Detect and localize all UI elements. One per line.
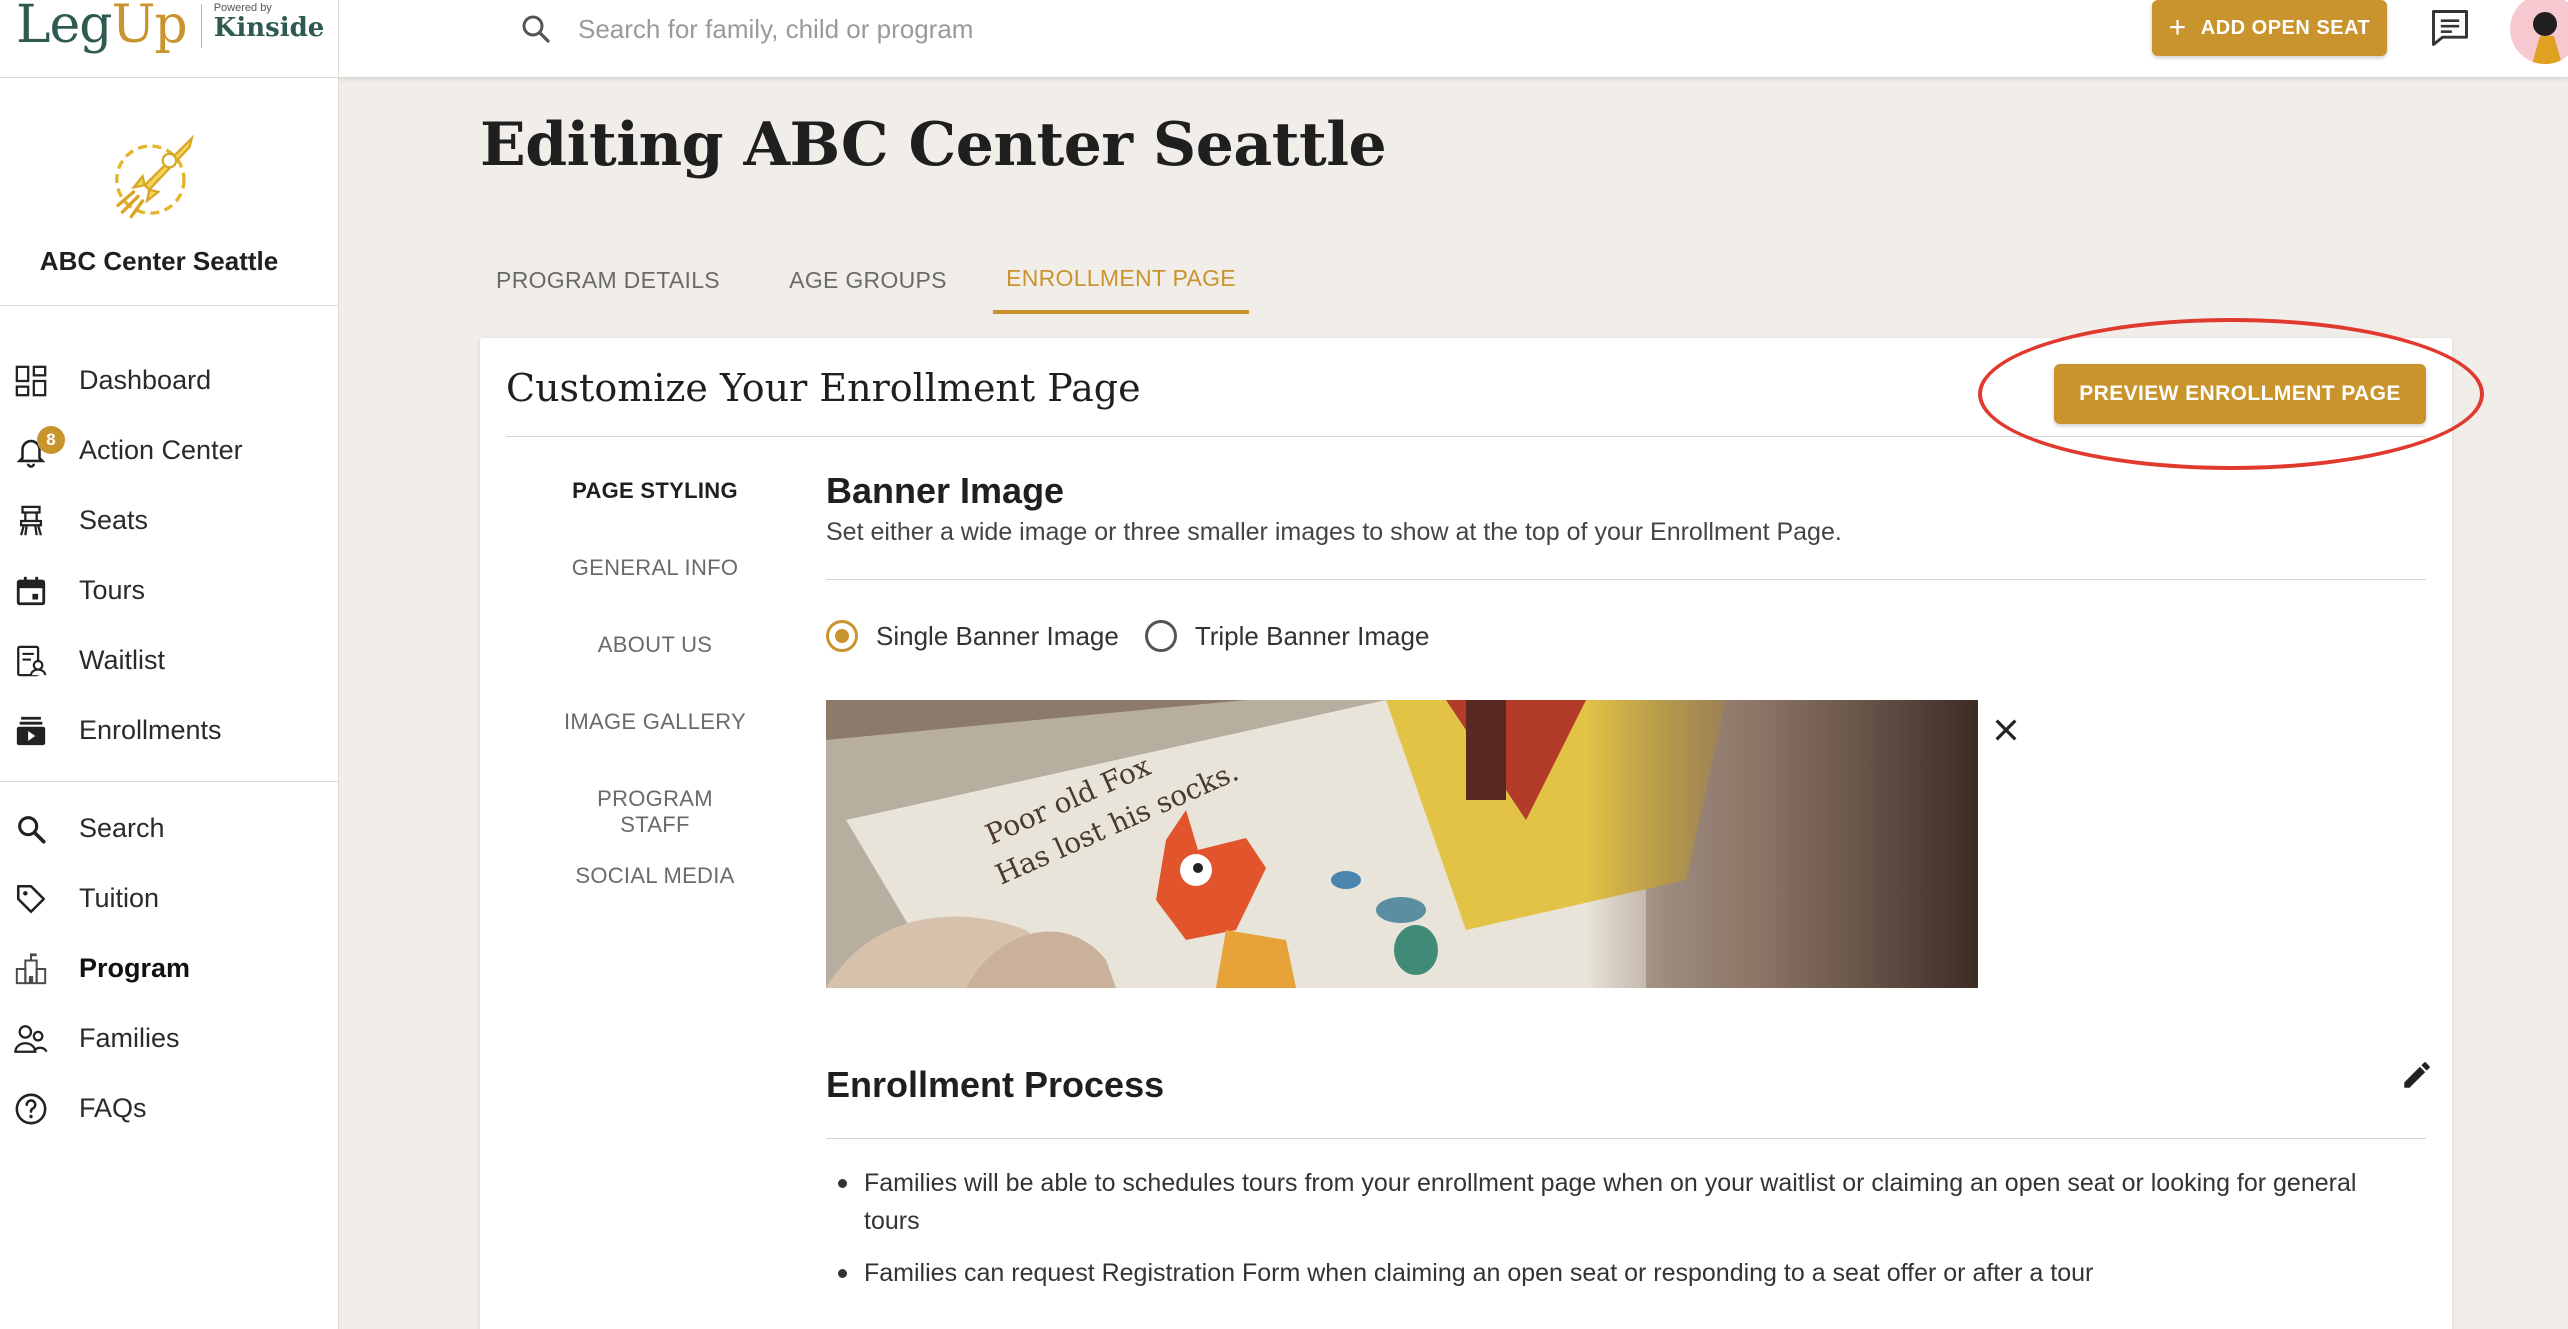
- add-open-seat-label: ADD OPEN SEAT: [2200, 16, 2371, 39]
- banner-type-options: Single Banner Image Triple Banner Image: [826, 620, 1429, 652]
- sidebar-item-seats[interactable]: Seats: [0, 490, 338, 550]
- sidebar-item-label: Action Center: [79, 434, 243, 465]
- global-search: [518, 6, 1418, 52]
- sidebar-item-label: Families: [79, 1022, 180, 1053]
- logo-divider: [200, 4, 202, 48]
- triple-banner-radio[interactable]: [1144, 620, 1177, 652]
- org-header: ABC Center Seattle: [0, 78, 338, 306]
- sidebar-edge: [338, 0, 339, 1329]
- sidebar-item-label: Tours: [79, 574, 146, 605]
- sidebar-item-program[interactable]: Program: [0, 938, 338, 998]
- help-icon: [15, 1093, 47, 1125]
- waitlist-icon: [17, 645, 47, 677]
- single-banner-label[interactable]: Single Banner Image: [876, 621, 1119, 652]
- sidebar-divider: [0, 781, 338, 782]
- enrollment-process-title: Enrollment Process: [826, 1064, 1165, 1105]
- enrollments-icon: [16, 716, 46, 746]
- single-banner-radio[interactable]: [826, 620, 858, 652]
- enrollment-process-list: Families will be able to schedules tours…: [826, 1164, 2406, 1306]
- list-item: Families will be able to schedules tours…: [826, 1164, 2406, 1240]
- list-item: Families can request Registration Form w…: [826, 1254, 2406, 1292]
- sidebar: ABC Center Seattle Dashboard 8 Action Ce…: [0, 78, 338, 1329]
- banner-image: Poor old Fox Has lost his socks.: [826, 700, 1978, 988]
- add-open-seat-button[interactable]: + ADD OPEN SEAT: [2152, 0, 2387, 56]
- sidebar-item-faqs[interactable]: FAQs: [0, 1078, 338, 1138]
- banner-divider: [826, 579, 2426, 580]
- dashboard-icon: [15, 365, 47, 397]
- sidebar-item-label: Dashboard: [79, 364, 212, 395]
- sidebar-item-label: Search: [79, 812, 165, 843]
- user-avatar[interactable]: [2510, 0, 2568, 64]
- storybook-photo: Poor old Fox Has lost his socks.: [826, 700, 1978, 988]
- partner-name: Kinside: [213, 13, 325, 43]
- sidebar-item-label: Seats: [79, 504, 149, 535]
- sidebar-item-search[interactable]: Search: [0, 798, 338, 858]
- enrollment-page-card: Customize Your Enrollment Page PREVIEW E…: [480, 338, 2452, 1329]
- close-icon[interactable]: [1990, 714, 2022, 746]
- page-title: Editing ABC Center Seattle: [480, 110, 1387, 180]
- sidebar-item-dashboard[interactable]: Dashboard: [0, 350, 338, 410]
- search-icon: [522, 15, 550, 43]
- seat-icon: [19, 505, 43, 536]
- logo-wordmark: LegUp: [16, 0, 188, 55]
- sidebar-item-label: FAQs: [79, 1092, 147, 1123]
- logo-powered-by: Powered by Kinside: [214, 2, 325, 42]
- banner-section-title: Banner Image: [826, 470, 1065, 511]
- sidebar-item-action-center[interactable]: 8 Action Center: [0, 420, 338, 480]
- messages-icon[interactable]: [2428, 6, 2472, 50]
- top-bar: LegUp Powered by Kinside + ADD OPEN SEAT: [0, 0, 2568, 78]
- families-icon: [14, 1025, 48, 1053]
- sidebar-item-families[interactable]: Families: [0, 1008, 338, 1068]
- sidebar-item-label: Program: [79, 952, 191, 983]
- plus-icon: +: [2168, 11, 2187, 44]
- banner-description: Set either a wide image or three smaller…: [826, 518, 1842, 546]
- sidebar-item-waitlist[interactable]: Waitlist: [0, 630, 338, 690]
- sidebar-item-label: Tuition: [79, 882, 160, 913]
- legup-logo[interactable]: LegUp Powered by Kinside: [16, 0, 324, 54]
- search-icon: [18, 816, 46, 844]
- tab-program-details[interactable]: PROGRAM DETAILS: [480, 246, 736, 314]
- building-icon: [15, 953, 47, 985]
- calendar-icon: [16, 576, 46, 606]
- preview-enrollment-page-button[interactable]: PREVIEW ENROLLMENT PAGE: [2054, 364, 2426, 424]
- tag-icon: [16, 884, 46, 914]
- org-name: ABC Center Seattle: [39, 246, 279, 276]
- tab-enrollment-page[interactable]: ENROLLMENT PAGE: [993, 246, 1249, 314]
- sidebar-item-label: Waitlist: [79, 644, 165, 675]
- sidebar-item-tuition[interactable]: Tuition: [0, 868, 338, 928]
- pencil-icon[interactable]: [2400, 1058, 2434, 1092]
- sidebar-item-enrollments[interactable]: Enrollments: [0, 700, 338, 760]
- notification-badge: 8: [37, 426, 65, 454]
- subnav-social-media[interactable]: SOCIAL MEDIA: [560, 863, 750, 889]
- search-input[interactable]: [578, 13, 1358, 45]
- sidebar-item-tours[interactable]: Tours: [0, 560, 338, 620]
- subnav-image-gallery[interactable]: IMAGE GALLERY: [560, 709, 750, 735]
- triple-banner-label[interactable]: Triple Banner Image: [1195, 621, 1430, 652]
- avatar-illustration: [2532, 12, 2562, 64]
- subnav-page-styling[interactable]: PAGE STYLING: [560, 478, 750, 504]
- subnav-about-us[interactable]: ABOUT US: [560, 632, 750, 658]
- process-divider: [826, 1138, 2426, 1139]
- card-title: Customize Your Enrollment Page: [506, 366, 1141, 410]
- card-divider: [506, 436, 2426, 437]
- tab-age-groups[interactable]: AGE GROUPS: [770, 246, 966, 314]
- sidebar-item-label: Enrollments: [79, 714, 222, 745]
- subnav-general-info[interactable]: GENERAL INFO: [560, 555, 750, 581]
- subnav-program-staff[interactable]: PROGRAM STAFF: [560, 786, 750, 838]
- rocket-logo-icon: [115, 134, 194, 219]
